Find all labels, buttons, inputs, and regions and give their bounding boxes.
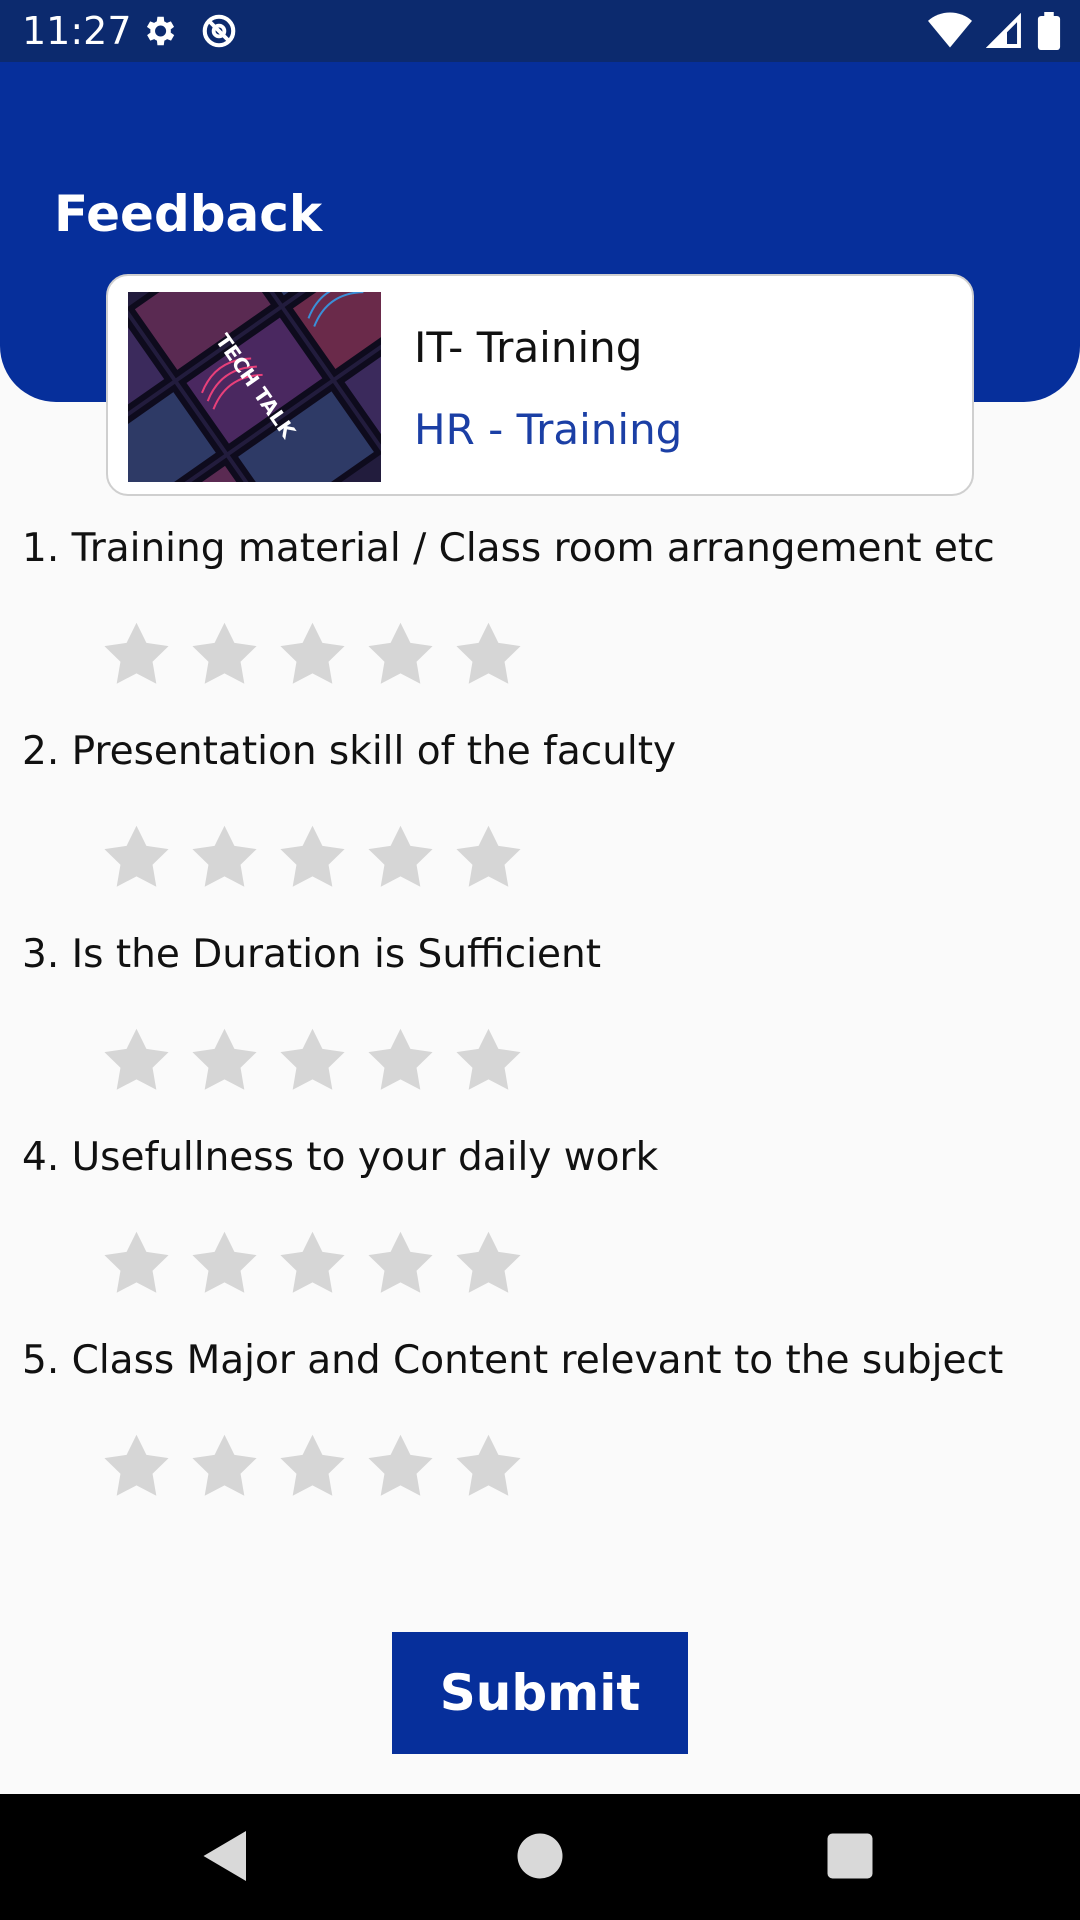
rating-stars — [98, 820, 527, 897]
star-icon[interactable] — [362, 820, 439, 897]
feedback-screen: 11:27 Feedback TECH TALK IT- Training HR… — [0, 0, 1080, 1920]
rating-stars — [98, 1023, 527, 1100]
page-title: Feedback — [54, 185, 323, 243]
star-icon[interactable] — [362, 1023, 439, 1100]
course-name: IT- Training — [414, 323, 643, 372]
status-right-icons — [928, 12, 1062, 50]
course-thumbnail: TECH TALK — [128, 292, 381, 482]
rating-stars — [98, 1226, 527, 1303]
star-icon[interactable] — [450, 1023, 527, 1100]
tech-talk-image: TECH TALK — [128, 292, 381, 482]
star-icon[interactable] — [274, 1226, 351, 1303]
rating-stars — [98, 1429, 527, 1506]
star-icon[interactable] — [450, 1429, 527, 1506]
star-icon[interactable] — [274, 617, 351, 694]
question-label: 1. Training material / Class room arrang… — [22, 526, 995, 571]
star-icon[interactable] — [98, 1023, 175, 1100]
star-icon[interactable] — [186, 1429, 263, 1506]
status-time: 11:27 — [22, 9, 132, 53]
submit-button[interactable]: Submit — [392, 1632, 688, 1754]
star-icon[interactable] — [98, 617, 175, 694]
back-icon[interactable] — [196, 1826, 256, 1886]
recents-icon[interactable] — [820, 1826, 880, 1886]
settings-icon — [146, 16, 175, 46]
home-icon[interactable] — [510, 1826, 570, 1886]
battery-icon — [1037, 12, 1061, 50]
star-icon[interactable] — [362, 617, 439, 694]
star-icon[interactable] — [98, 820, 175, 897]
star-icon[interactable] — [274, 1429, 351, 1506]
question-label: 2. Presentation skill of the faculty — [22, 729, 677, 774]
star-icon[interactable] — [450, 1226, 527, 1303]
navigation-bar — [0, 1794, 1080, 1920]
question-label: 4. Usefullness to your daily work — [22, 1135, 659, 1180]
cellular-signal-icon — [986, 13, 1021, 48]
star-icon[interactable] — [186, 1023, 263, 1100]
wifi-icon — [928, 12, 972, 48]
star-icon[interactable] — [274, 820, 351, 897]
question-label: 3. Is the Duration is Sufficient — [22, 932, 602, 977]
star-icon[interactable] — [186, 820, 263, 897]
star-icon[interactable] — [450, 820, 527, 897]
status-bar: 11:27 — [0, 0, 1080, 62]
question-label: 5. Class Major and Content relevant to t… — [22, 1338, 1004, 1383]
star-icon[interactable] — [274, 1023, 351, 1100]
star-icon[interactable] — [450, 617, 527, 694]
rating-stars — [98, 617, 527, 694]
star-icon[interactable] — [98, 1429, 175, 1506]
course-card[interactable]: TECH TALK IT- Training HR - Training — [106, 274, 974, 496]
star-icon[interactable] — [186, 617, 263, 694]
course-department: HR - Training — [414, 405, 683, 454]
star-icon[interactable] — [362, 1226, 439, 1303]
at-sign-icon — [202, 14, 236, 48]
star-icon[interactable] — [186, 1226, 263, 1303]
star-icon[interactable] — [98, 1226, 175, 1303]
star-icon[interactable] — [362, 1429, 439, 1506]
